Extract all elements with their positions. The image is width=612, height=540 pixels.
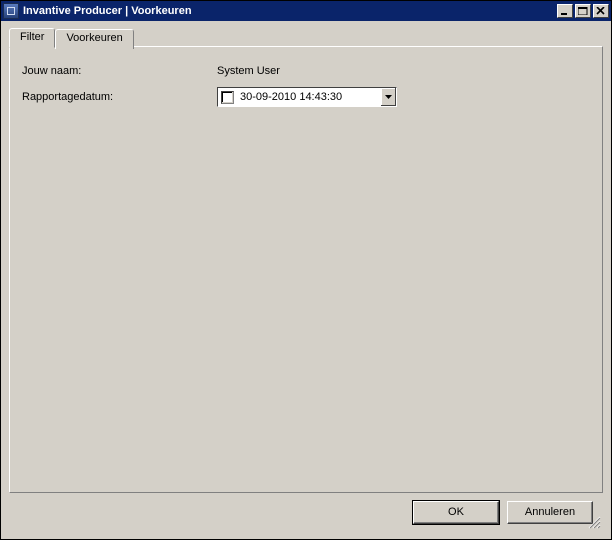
tab-panel-filter: Jouw naam: System User Rapportagedatum: … [9, 46, 603, 493]
label-date: Rapportagedatum: [22, 91, 217, 103]
tab-filter[interactable]: Filter [9, 28, 55, 48]
label-name: Jouw naam: [22, 65, 217, 77]
row-name: Jouw naam: System User [22, 65, 590, 77]
resize-grip-icon [587, 515, 601, 529]
ok-button-label: OK [448, 506, 464, 518]
chevron-down-icon [385, 95, 392, 99]
tab-voorkeuren[interactable]: Voorkeuren [55, 29, 133, 49]
minimize-icon [560, 7, 570, 15]
tab-voorkeuren-label: Voorkeuren [66, 32, 122, 44]
window-frame: Invantive Producer | Voorkeuren Filter V… [0, 0, 612, 540]
maximize-icon [578, 7, 588, 15]
tab-filter-label: Filter [20, 31, 44, 43]
date-picker[interactable]: 30-09-2010 14:43:30 [217, 87, 397, 107]
close-button[interactable] [593, 4, 609, 18]
dialog-button-bar: OK Annuleren [9, 493, 603, 531]
title-bar[interactable]: Invantive Producer | Voorkeuren [1, 1, 611, 21]
window-controls [555, 4, 609, 18]
cancel-button[interactable]: Annuleren [507, 501, 593, 524]
resize-grip[interactable] [587, 515, 601, 529]
value-name: System User [217, 65, 280, 77]
close-icon [596, 7, 606, 15]
date-dropdown-button[interactable] [380, 88, 396, 106]
app-icon[interactable] [3, 3, 19, 19]
maximize-button[interactable] [575, 4, 591, 18]
tab-strip: Filter Voorkeuren [9, 27, 603, 47]
client-area: Filter Voorkeuren Jouw naam: System User… [1, 21, 611, 539]
ok-button[interactable]: OK [413, 501, 499, 524]
date-value[interactable]: 30-09-2010 14:43:30 [238, 91, 380, 103]
window-title: Invantive Producer | Voorkeuren [23, 5, 555, 17]
cancel-button-label: Annuleren [525, 506, 575, 518]
row-date: Rapportagedatum: 30-09-2010 14:43:30 [22, 87, 590, 107]
date-checkbox[interactable] [221, 91, 234, 104]
minimize-button[interactable] [557, 4, 573, 18]
